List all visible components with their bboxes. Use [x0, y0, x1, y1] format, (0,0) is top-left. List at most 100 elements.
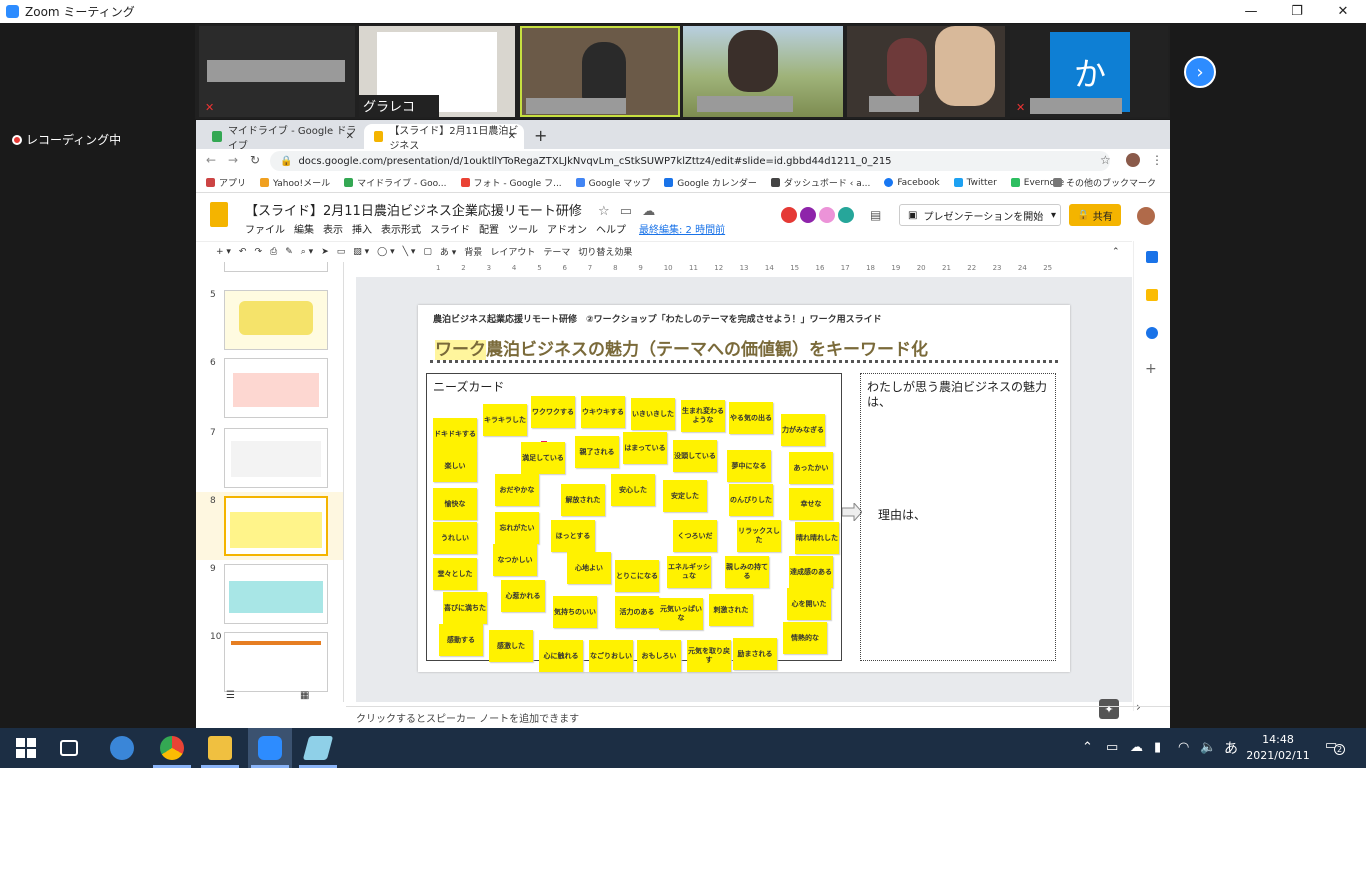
bookmark-item[interactable]: Google カレンダー [664, 176, 757, 189]
new-tab-button[interactable]: + [534, 126, 547, 145]
layout-button[interactable]: レイアウト [490, 245, 535, 258]
needs-sticky-note[interactable]: 心に触れる [539, 640, 583, 672]
bookmark-item[interactable]: Facebook [884, 178, 940, 188]
present-button[interactable]: ▣ プレゼンテーションを開始 ▾ [899, 204, 1061, 226]
needs-sticky-note[interactable]: 元気いっぱいな [659, 598, 703, 630]
needs-sticky-note[interactable]: とりこになる [615, 560, 659, 592]
background-button[interactable]: 背景 [464, 245, 482, 258]
needs-sticky-note[interactable]: 没頭している [673, 440, 717, 472]
needs-sticky-note[interactable]: 情熱的な [783, 622, 827, 654]
participant-tile[interactable] [847, 26, 1005, 117]
notification-center-icon[interactable]: ▭ 2 [1325, 738, 1345, 758]
line-icon[interactable]: ╲ ▾ [403, 247, 416, 257]
next-page-button[interactable]: › [1184, 56, 1216, 88]
menu-format[interactable]: 表示形式 [381, 221, 421, 236]
slides-logo-icon[interactable] [210, 202, 228, 227]
add-addon-icon[interactable]: + [1145, 361, 1157, 377]
transition-button[interactable]: 切り替え効果 [578, 245, 632, 258]
needs-sticky-note[interactable]: やる気の出る [729, 402, 773, 434]
reload-icon[interactable]: ↻ [250, 153, 260, 167]
menu-insert[interactable]: 挿入 [352, 221, 372, 236]
profile-icon[interactable] [1126, 153, 1140, 167]
needs-sticky-note[interactable]: 解放された [561, 484, 605, 516]
needs-sticky-note[interactable]: 夢中になる [727, 450, 771, 482]
needs-sticky-note[interactable]: 安心した [611, 474, 655, 506]
needs-sticky-note[interactable]: くつろいだ [673, 520, 717, 552]
show-hidden-icons[interactable]: ⌃ [1082, 740, 1093, 755]
needs-sticky-note[interactable]: ほっとする [551, 520, 595, 552]
speaker-notes[interactable]: クリックするとスピーカー ノートを追加できます [346, 706, 1170, 728]
participant-tile[interactable]: グラレコ [359, 26, 515, 117]
volume-icon[interactable]: 🔈 [1200, 740, 1216, 755]
ime-indicator[interactable]: あ [1224, 738, 1238, 758]
zoom-icon[interactable]: ⌕ ▾ [301, 247, 313, 257]
needs-sticky-note[interactable]: 心惹かれる [501, 580, 545, 612]
tasks-icon[interactable] [1146, 327, 1158, 339]
chevron-down-icon[interactable]: ▾ [1051, 210, 1056, 221]
url-input[interactable]: 🔒 docs.google.com/presentation/d/1ouktll… [270, 151, 1110, 171]
needs-sticky-note[interactable]: ドキドキする [433, 418, 477, 450]
menu-addons[interactable]: アドオン [547, 221, 587, 236]
needs-sticky-note[interactable]: 満足している [521, 442, 565, 474]
needs-sticky-note[interactable]: のんびりした [729, 484, 773, 516]
needs-sticky-note[interactable]: うれしい [433, 522, 477, 554]
zoom-app-icon[interactable] [258, 736, 282, 760]
tab-google-drive[interactable]: マイドライブ - Google ドライブ ✕ [202, 124, 362, 152]
minimize-button[interactable]: — [1228, 0, 1274, 23]
needs-sticky-note[interactable]: 晴れ晴れした [795, 522, 839, 554]
participant-tile-active[interactable] [520, 26, 680, 117]
textbox-icon[interactable]: ▭ [337, 247, 346, 257]
participant-tile[interactable] [683, 26, 843, 117]
needs-sticky-note[interactable]: 気持ちのいい [553, 596, 597, 628]
needs-sticky-note[interactable]: 幸せな [789, 488, 833, 520]
user-avatar[interactable] [1136, 206, 1156, 226]
bookmark-item[interactable]: マイドライブ - Goo... [344, 176, 447, 189]
windows-start-icon[interactable] [14, 736, 38, 760]
collaborator-avatar[interactable] [818, 206, 836, 224]
needs-sticky-note[interactable]: 励まされる [733, 638, 777, 670]
bookmark-star-icon[interactable]: ☆ [1100, 153, 1111, 167]
paint-format-icon[interactable]: ✎ [285, 247, 293, 257]
needs-sticky-note[interactable]: いきいきした [631, 398, 675, 430]
needs-sticky-note[interactable]: 安定した [663, 480, 707, 512]
mail-icon[interactable] [110, 736, 134, 760]
bookmark-item[interactable]: ダッシュボード ‹ a... [770, 176, 870, 189]
restore-button[interactable]: ❐ [1274, 0, 1320, 23]
needs-sticky-note[interactable]: 忘れがたい [495, 512, 539, 544]
close-button[interactable]: ✕ [1320, 0, 1366, 23]
needs-sticky-note[interactable]: 愉快な [433, 488, 477, 520]
needs-sticky-note[interactable]: キラキラした [483, 404, 527, 436]
collaborator-avatar[interactable] [837, 206, 855, 224]
comment-icon[interactable]: ▢ [423, 247, 432, 257]
needs-sticky-note[interactable]: ウキウキする [581, 396, 625, 428]
onedrive-icon[interactable]: ☁ [1130, 740, 1143, 755]
menu-edit[interactable]: 編集 [294, 221, 314, 236]
undo-icon[interactable]: ↶ [239, 247, 247, 257]
bookmark-item[interactable]: アプリ [206, 176, 246, 189]
menu-slide[interactable]: スライド [430, 221, 470, 236]
grid-view-icon[interactable]: ▦ [300, 690, 309, 701]
calendar-icon[interactable] [1146, 251, 1158, 263]
keep-icon[interactable] [1146, 289, 1158, 301]
comments-icon[interactable]: ▤ [870, 208, 881, 222]
bookmark-item[interactable]: Twitter [953, 178, 997, 188]
needs-sticky-note[interactable]: 刺激された [709, 594, 753, 626]
needs-sticky-note[interactable]: 親了される [575, 436, 619, 468]
needs-sticky-note[interactable]: 達成感のある [789, 556, 833, 588]
slide-thumbnail[interactable] [224, 632, 328, 692]
close-tab-icon[interactable]: ✕ [508, 131, 516, 142]
share-button[interactable]: 🔒 共有 [1069, 204, 1121, 226]
menu-file[interactable]: ファイル [245, 221, 285, 236]
image-icon[interactable]: ▨ ▾ [353, 247, 369, 257]
collaborator-avatar[interactable] [799, 206, 817, 224]
select-icon[interactable]: ➤ [321, 247, 329, 257]
needs-card-box[interactable]: ニーズカード ドキドキする キラキラした ワクワクする ウキウキする いきいきした 生まれ… [426, 373, 842, 672]
tab-slides[interactable]: 【スライド】2月11日農泊ビジネス ✕ [364, 124, 524, 152]
slide-thumbnail[interactable] [224, 262, 328, 272]
task-view-icon[interactable] [60, 740, 78, 756]
print-icon[interactable]: ⎙ [270, 247, 277, 257]
file-explorer-icon[interactable] [208, 736, 232, 760]
needs-sticky-note[interactable]: あったかい [789, 452, 833, 484]
needs-sticky-note[interactable]: 感激した [489, 630, 533, 662]
needs-sticky-note[interactable]: はまっている [623, 432, 667, 464]
